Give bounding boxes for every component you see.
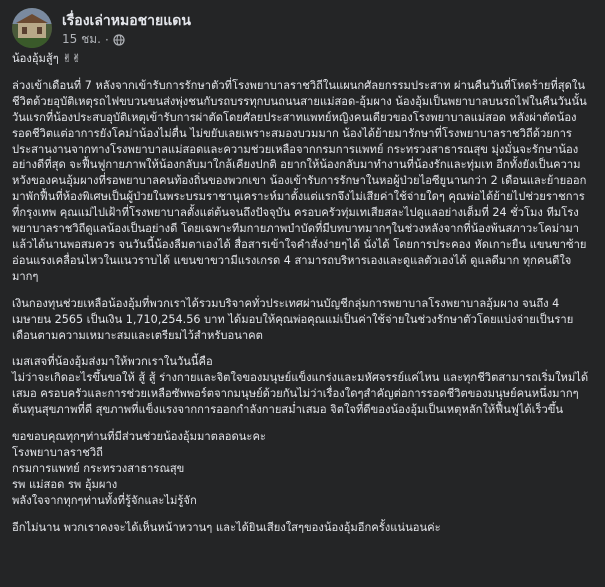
thanks-line: พลังใจจากทุกๆท่านทั้งที่รู้จักและไม่รู้จ…	[12, 493, 197, 507]
post-time[interactable]: 15 ชม.	[62, 30, 101, 49]
post-paragraph-story: ล่วงเข้าเดือนที่ 7 หลังจากเข้ารับการรักษ…	[12, 78, 591, 283]
post-closing: อีกไม่นาน พวกเราคงจะได้เห็นหน้าหวานๆ และ…	[12, 520, 441, 534]
thanks-line: โรงพยาบาลราชวิถี	[12, 445, 103, 459]
post-header: เรื่องเล่าหมอชายแดน 15 ชม. ·	[12, 8, 593, 48]
post-paragraph-greeting: น้องอุ้มสู้ๆ ✌✌	[12, 52, 82, 65]
thanks-list: ขอขอบคุณทุกๆท่านที่มีส่วนช่วยน้องอุ้มมาต…	[12, 429, 592, 509]
thanks-line: ขอขอบคุณทุกๆท่านที่มีส่วนช่วยน้องอุ้มมาต…	[12, 430, 266, 444]
meta-separator: ·	[104, 32, 109, 47]
thanks-line: รพ แม่สอด รพ อุ้มผาง	[12, 477, 118, 491]
thanks-line: กรมการแพทย์ กระทรวงสาธารณสุข	[12, 461, 185, 475]
post-meta: 15 ชม. ·	[62, 30, 125, 49]
globe-icon	[113, 33, 125, 46]
author-name[interactable]: เรื่องเล่าหมอชายแดน	[62, 10, 191, 32]
post-body: น้องอุ้มสู้ๆ ✌✌ ล่วงเข้าเดือนที่ 7 หลังจ…	[12, 51, 592, 535]
avatar-image	[12, 8, 52, 48]
page-avatar[interactable]	[12, 8, 52, 48]
post-paragraph-message: เมสเสจที่น้องอุ้มส่งมาให้พวกเราในวันนี้ค…	[12, 355, 589, 417]
post-paragraph-donation: เงินกองทุนช่วยเหลือน้องอุ้มที่พวกเราได้ร…	[12, 296, 574, 342]
